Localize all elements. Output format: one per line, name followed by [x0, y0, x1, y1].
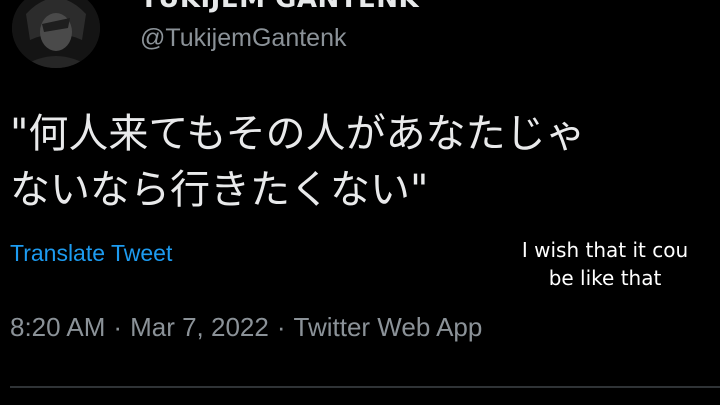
display-name[interactable]: TUKIJEM GANTENK [140, 0, 419, 14]
tweet-text-line: ないなら行きたくない" [10, 167, 429, 213]
tweet-time[interactable]: 8:20 AM [10, 312, 105, 342]
avatar[interactable] [12, 0, 100, 68]
avatar-photo-icon [12, 0, 100, 68]
tweet-text: "何人来てもその人があなたじゃ ないなら行きたくない" [10, 106, 720, 218]
tweet-metadata: 8:20 AM · Mar 7, 2022 · Twitter Web App [10, 312, 482, 343]
caption-line: be like that [548, 266, 662, 290]
translate-tweet-link[interactable]: Translate Tweet [10, 240, 172, 267]
meta-separator: · [113, 312, 123, 342]
meta-separator: · [276, 312, 286, 342]
tweet-date[interactable]: Mar 7, 2022 [130, 312, 269, 342]
divider [10, 386, 720, 388]
tweet-text-line: "何人来てもその人があなたじゃ [10, 111, 586, 157]
caption-line: I wish that it cou [521, 238, 689, 262]
user-handle[interactable]: @TukijemGantenk [140, 24, 346, 53]
tweet-source: Twitter Web App [293, 312, 483, 342]
video-caption: I wish that it cou be like that [490, 236, 720, 292]
